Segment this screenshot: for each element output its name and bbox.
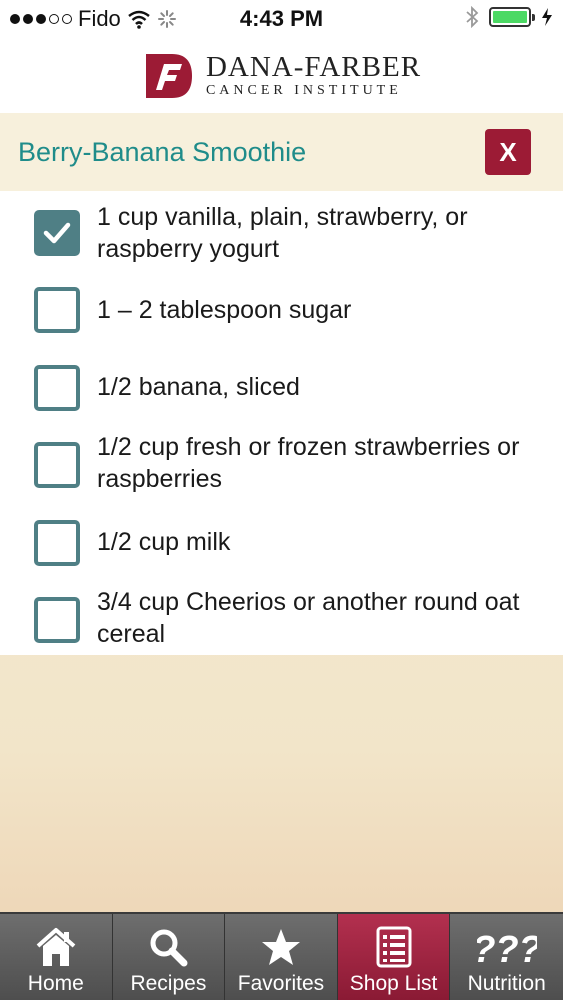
logo-text: DANA-FARBER CANCER INSTITUTE <box>206 52 421 100</box>
ingredient-text: 1 cup vanilla, plain, strawberry, or ras… <box>97 203 468 263</box>
dana-farber-logo-icon <box>145 53 192 98</box>
search-icon <box>113 926 225 968</box>
home-icon <box>0 926 112 968</box>
ingredient-text: 1 – 2 tablespoon sugar <box>97 296 352 324</box>
list-icon <box>338 926 450 968</box>
logo-subtitle: CANCER INSTITUTE <box>205 82 402 98</box>
ingredient-checkbox[interactable] <box>34 597 80 643</box>
ingredient-text: 1/2 banana, sliced <box>97 373 300 401</box>
tab-recipes[interactable]: Recipes <box>113 914 226 1000</box>
star-icon <box>225 926 337 968</box>
ingredient-checkbox[interactable] <box>34 287 80 333</box>
tab-label: Nutrition <box>467 972 546 995</box>
tab-nutrition[interactable]: ??? Nutrition <box>450 914 563 1000</box>
ingredient-item[interactable]: 1/2 banana, sliced <box>0 363 563 413</box>
charging-bolt-icon <box>542 8 552 26</box>
battery-icon <box>489 7 535 27</box>
ingredient-text: 3/4 cup Cheerios or another round oat ce… <box>97 588 520 648</box>
tab-label: Favorites <box>237 972 325 995</box>
close-button[interactable]: X <box>485 129 531 175</box>
ingredient-checkbox[interactable] <box>34 442 80 488</box>
tab-home[interactable]: Home <box>0 914 113 1000</box>
tab-label: Recipes <box>130 972 207 995</box>
status-right <box>465 6 553 28</box>
svg-text:???: ??? <box>477 929 537 968</box>
ingredient-item[interactable]: 3/4 cup Cheerios or another round oat ce… <box>0 586 563 650</box>
ingredient-item[interactable]: 1/2 cup fresh or frozen strawberries or … <box>0 431 563 495</box>
status-bar: Fido 4:43 PM <box>0 0 563 38</box>
ingredient-checkbox[interactable] <box>34 520 80 566</box>
ingredient-item[interactable]: 1 – 2 tablespoon sugar <box>0 285 563 335</box>
logo-name: DANA-FARBER <box>205 50 422 83</box>
tab-label: Shop List <box>349 972 438 995</box>
bluetooth-icon <box>466 6 479 28</box>
tab-shop-list[interactable]: Shop List <box>337 914 451 1000</box>
ingredient-item[interactable]: 1 cup vanilla, plain, strawberry, or ras… <box>0 201 563 265</box>
recipe-title: Berry-Banana Smoothie <box>18 137 307 167</box>
question-marks-icon: ??? <box>450 926 563 968</box>
ingredient-list: 1 cup vanilla, plain, strawberry, or ras… <box>0 191 563 655</box>
ingredient-text: 1/2 cup fresh or frozen strawberries or … <box>97 433 520 493</box>
ingredient-item[interactable]: 1/2 cup milk <box>0 518 563 568</box>
checkmark-icon <box>43 222 71 244</box>
tab-bar: Home Recipes Favorites Shop List ? Nutri… <box>0 912 563 1000</box>
ingredient-checkbox[interactable] <box>34 210 80 256</box>
ingredient-text: 1/2 cup milk <box>97 528 231 556</box>
logo-header: DANA-FARBER CANCER INSTITUTE <box>0 38 563 113</box>
tab-favorites[interactable]: Favorites <box>225 914 338 1000</box>
recipe-title-bar: Berry-Banana Smoothie X <box>0 113 563 191</box>
tab-label: Home <box>27 972 84 995</box>
ingredient-checkbox[interactable] <box>34 365 80 411</box>
